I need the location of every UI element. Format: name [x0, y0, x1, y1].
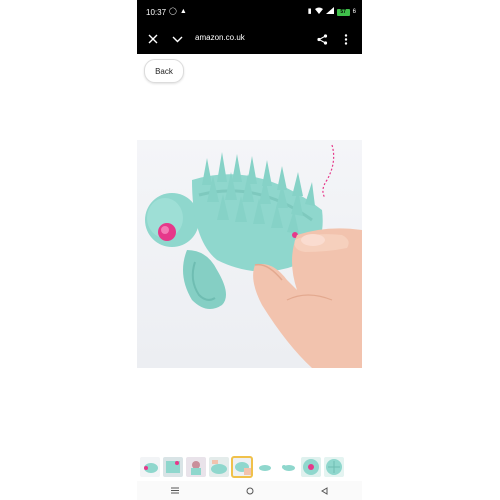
more-vert-icon[interactable]: [339, 32, 353, 46]
whatsapp-icon: ◯: [169, 8, 177, 15]
thumbnail-selected[interactable]: [231, 456, 253, 478]
status-right: ▮ 57 6: [308, 7, 356, 17]
phone-screen: 10:37 ◯ ▲ ▮ 57 6 amazon.co.uk Back: [137, 0, 362, 500]
thumbnail[interactable]: [140, 457, 160, 477]
battery-extra: 6: [352, 9, 356, 15]
notification-icon: ▲: [179, 8, 187, 15]
thumbnail-strip: [140, 456, 362, 479]
close-icon[interactable]: [146, 32, 160, 46]
system-nav-bar: [137, 481, 362, 500]
status-time: 10:37: [146, 7, 167, 17]
signal-icon: [325, 7, 334, 17]
product-image[interactable]: [137, 140, 362, 368]
thumbnail[interactable]: [163, 457, 183, 477]
thumbnail[interactable]: [324, 457, 344, 477]
url-text[interactable]: amazon.co.uk: [195, 33, 245, 42]
status-bar: 10:37 ◯ ▲ ▮ 57 6: [137, 0, 362, 24]
home-icon[interactable]: [240, 484, 260, 498]
battery-icon: 57: [336, 8, 350, 16]
recents-icon[interactable]: [165, 484, 185, 498]
thumbnail[interactable]: [186, 457, 206, 477]
back-button[interactable]: Back: [144, 59, 184, 83]
status-left: 10:37 ◯ ▲: [146, 8, 187, 17]
chevron-down-icon[interactable]: [170, 32, 184, 46]
browser-toolbar: amazon.co.uk: [137, 24, 362, 54]
wifi-icon: [314, 7, 323, 17]
thumbnail[interactable]: [209, 457, 229, 477]
product-photo: [145, 144, 362, 368]
vibrate-icon: ▮: [307, 8, 312, 15]
thumbnail[interactable]: [255, 457, 275, 477]
share-icon[interactable]: [315, 32, 329, 46]
thumbnail[interactable]: [278, 457, 298, 477]
thumbnail[interactable]: [301, 457, 321, 477]
back-nav-icon[interactable]: [315, 484, 335, 498]
